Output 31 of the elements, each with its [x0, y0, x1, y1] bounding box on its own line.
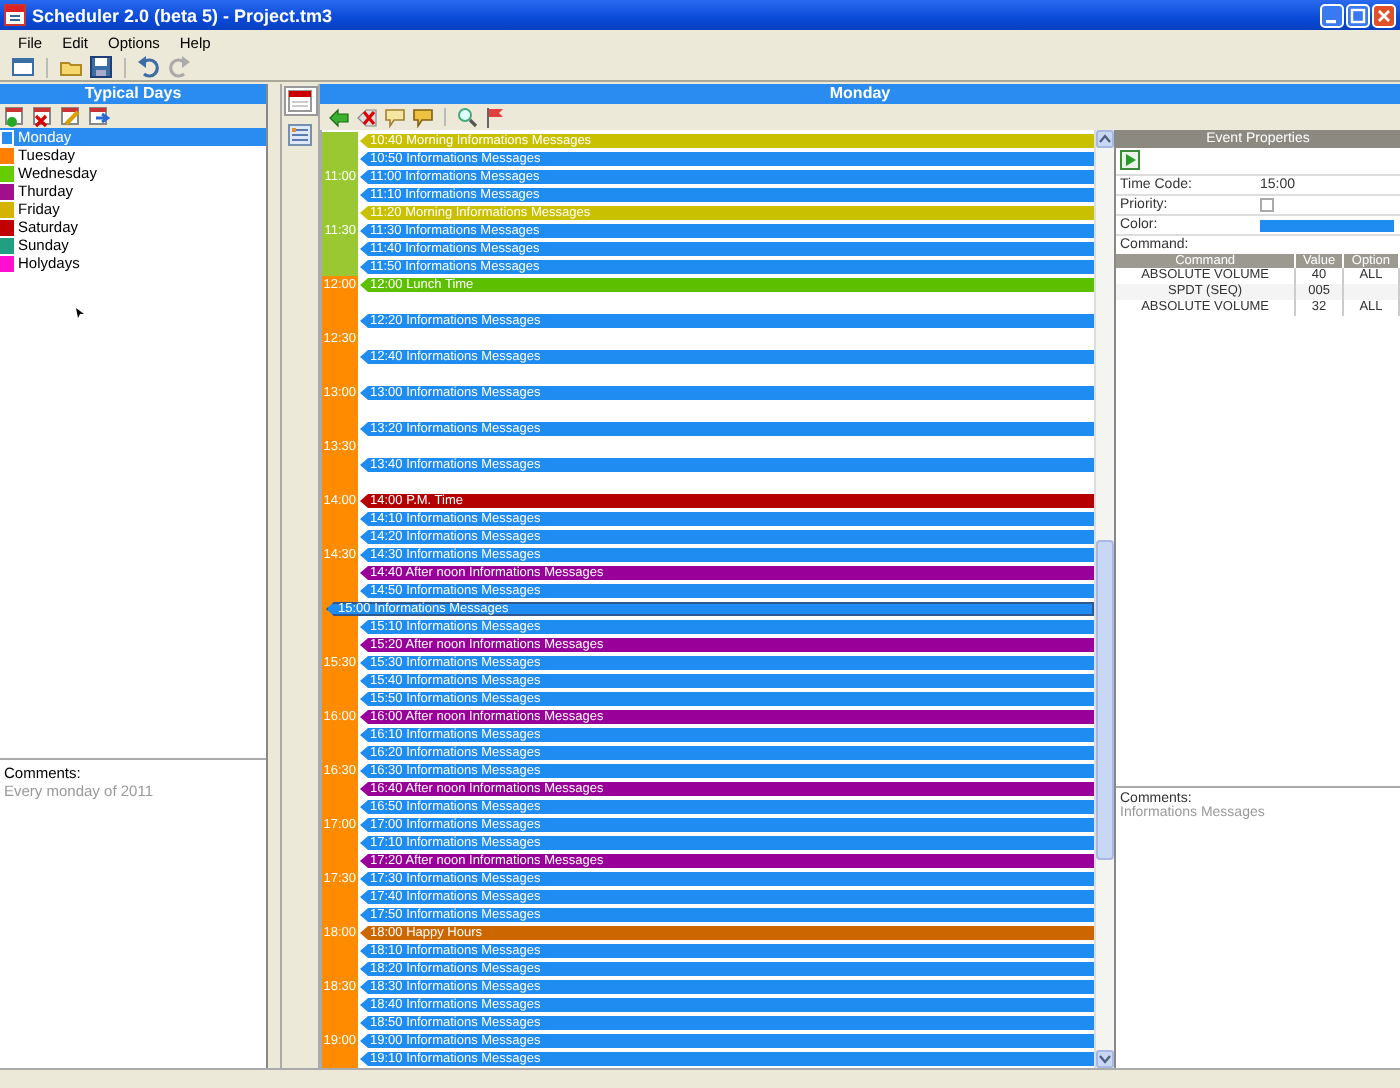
calendar-edit-icon[interactable]: [60, 105, 82, 127]
window-icon[interactable]: [12, 56, 34, 78]
view-tab[interactable]: [283, 86, 317, 116]
color-field[interactable]: [1260, 219, 1394, 231]
delete-icon[interactable]: [356, 106, 378, 128]
window-title: Scheduler 2.0 (beta 5) - Project.tm3: [32, 5, 335, 25]
scroll-up-button[interactable]: [1096, 130, 1114, 148]
close-button[interactable]: [1372, 3, 1396, 27]
minimize-button[interactable]: [1320, 3, 1344, 27]
priority-checkbox[interactable]: [1260, 198, 1274, 212]
scrollbar-thumb[interactable]: [1096, 540, 1114, 860]
speech-bubble-icon[interactable]: [412, 106, 434, 128]
calendar-copy-icon[interactable]: [88, 105, 110, 127]
maximize-button[interactable]: [1346, 3, 1370, 27]
undo-icon[interactable]: [138, 56, 160, 78]
calendar-icon: [286, 88, 314, 114]
panel-header: Typical Days: [0, 84, 266, 104]
flag-icon[interactable]: [484, 106, 506, 128]
calendar-delete-icon[interactable]: [32, 105, 54, 127]
play-icon[interactable]: [1120, 150, 1142, 172]
schedule-list-icon: [286, 122, 314, 148]
speech-bubble-icon[interactable]: [384, 106, 406, 128]
calendar-add-icon[interactable]: [4, 105, 26, 127]
view-tab[interactable]: [283, 120, 317, 150]
zoom-icon[interactable]: [456, 106, 478, 128]
mouse-cursor: [74, 306, 86, 320]
app-icon: [4, 4, 26, 26]
add-arrow-icon[interactable]: [328, 106, 350, 128]
panel-header: Monday: [320, 84, 1400, 104]
scroll-down-button[interactable]: [1096, 1050, 1114, 1068]
folder-icon[interactable]: [60, 56, 82, 78]
